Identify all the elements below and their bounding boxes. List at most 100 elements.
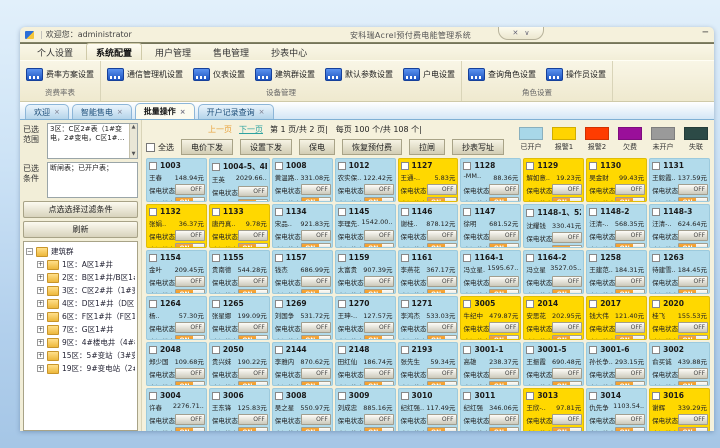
room-checkbox[interactable] <box>652 162 660 170</box>
keep-power-toggle[interactable]: OFF <box>678 322 708 333</box>
keep-power-toggle[interactable]: OFF <box>364 368 394 379</box>
keep-power-toggle[interactable]: OFF <box>364 322 394 333</box>
keep-power-toggle[interactable]: OFF <box>301 368 331 379</box>
expand-icon[interactable]: + <box>37 365 44 372</box>
keep-power-toggle[interactable]: OFF <box>615 414 645 425</box>
room-checkbox[interactable] <box>212 163 220 171</box>
meter-card-1159[interactable]: 1159太富贵907.39元保电状态OFF合闸状态ON <box>335 250 396 294</box>
room-checkbox[interactable] <box>652 254 660 262</box>
switch-state-toggle[interactable]: ON <box>552 427 582 431</box>
minimize-button[interactable]: ─ <box>703 28 708 38</box>
meter-card-2148[interactable]: 2148田红仙186.74元保电状态OFF合闸状态ON <box>335 342 396 386</box>
switch-state-toggle[interactable]: ON <box>489 335 519 340</box>
ribbon-collapse-control[interactable]: ✕ ∨ <box>498 27 544 40</box>
tree-item[interactable]: +7区：G区1#井 <box>26 323 135 336</box>
menu-item-系统配置[interactable]: 系统配置 <box>86 43 142 60</box>
room-checkbox[interactable] <box>652 300 660 308</box>
switch-state-toggle[interactable]: ON <box>238 427 268 431</box>
prev-page-link[interactable]: 上一页 <box>208 124 232 135</box>
meter-card-1161[interactable]: 1161李燕花367.17元保电状态OFF合闸状态ON <box>398 250 459 294</box>
room-checkbox[interactable] <box>526 162 534 170</box>
switch-state-toggle[interactable]: ON <box>678 289 708 294</box>
meter-card-1146[interactable]: 1146谢桂..878.12元保电状态OFF合闸状态ON <box>398 204 459 248</box>
switch-state-toggle[interactable]: ON <box>552 381 582 386</box>
keep-power-toggle[interactable]: OFF <box>489 414 519 425</box>
switch-state-toggle[interactable]: ON <box>552 197 582 202</box>
room-checkbox[interactable] <box>401 346 409 354</box>
ribbon-button-默认参数设置[interactable]: 默认参数设置 <box>325 68 393 81</box>
room-checkbox[interactable] <box>212 254 220 262</box>
selected-condition-box[interactable]: 断闸表；已开户表； <box>47 162 138 198</box>
tab-开户记录查询[interactable]: 开户记录查询× <box>198 104 274 119</box>
switch-state-toggle[interactable]: ON <box>552 245 582 248</box>
meter-card-1258[interactable]: 1258王建范..184.31元保电状态OFF合闸状态ON <box>586 250 647 294</box>
meter-card-1130[interactable]: 1130吴金财99.43元保电状态OFF合闸状态ON <box>586 158 647 202</box>
meter-card-1133[interactable]: 1133唐丹真..9.78元保电状态OFF合闸状态ON <box>209 204 270 248</box>
switch-state-toggle[interactable]: ON <box>301 427 331 431</box>
switch-state-toggle[interactable]: ON <box>364 427 394 431</box>
expand-icon[interactable]: + <box>37 300 44 307</box>
keep-power-toggle[interactable]: OFF <box>615 322 645 333</box>
keep-power-toggle[interactable]: OFF <box>301 322 331 333</box>
keep-power-toggle[interactable]: OFF <box>427 276 457 287</box>
switch-state-toggle[interactable]: ON <box>175 335 205 340</box>
meter-card-1134[interactable]: 1134宋品..921.83元保电状态OFF合闸状态ON <box>272 204 333 248</box>
keep-power-toggle[interactable]: OFF <box>678 276 708 287</box>
keep-power-toggle[interactable]: OFF <box>489 230 519 241</box>
room-checkbox[interactable] <box>338 254 346 262</box>
switch-state-toggle[interactable]: ON <box>552 289 582 294</box>
keep-power-toggle[interactable]: OFF <box>489 276 519 287</box>
expand-icon[interactable]: + <box>37 313 44 320</box>
room-checkbox[interactable] <box>338 162 346 170</box>
room-checkbox[interactable] <box>149 346 157 354</box>
meter-card-1148-3[interactable]: 1148-3汪清-..624.64元保电状态OFF合闸状态ON <box>649 204 710 248</box>
expand-icon[interactable]: + <box>37 352 44 359</box>
switch-state-toggle[interactable]: ON <box>489 381 519 386</box>
chevron-down-icon[interactable]: ∨ <box>524 29 529 37</box>
tree-item[interactable]: +15区：5#变站（3#变电… <box>26 349 135 362</box>
switch-state-toggle[interactable]: ON <box>552 335 582 340</box>
switch-state-toggle[interactable]: ON <box>238 289 268 294</box>
keep-power-toggle[interactable]: OFF <box>615 368 645 379</box>
meter-card-1128[interactable]: 1128-MM..88.36元保电状态OFF合闸状态ON <box>460 158 521 202</box>
ribbon-button-通信管理机设置[interactable]: 通信管理机设置 <box>107 68 183 81</box>
meter-card-2048[interactable]: 2048郑少国109.68元保电状态OFF合闸状态ON <box>146 342 207 386</box>
room-checkbox[interactable] <box>463 254 471 262</box>
room-checkbox[interactable] <box>463 208 471 216</box>
tree-item[interactable]: +4区：D区1#井（D区1… <box>26 297 135 310</box>
room-checkbox[interactable] <box>149 208 157 216</box>
room-checkbox[interactable] <box>275 300 283 308</box>
room-checkbox[interactable] <box>212 346 220 354</box>
switch-state-toggle[interactable]: ON <box>678 427 708 431</box>
switch-state-toggle[interactable]: ON <box>364 335 394 340</box>
switch-state-toggle[interactable]: ON <box>175 381 205 386</box>
keep-power-toggle[interactable]: OFF <box>175 322 205 333</box>
meter-card-1145[interactable]: 1145李理先..1542.00..保电状态OFF合闸状态ON <box>335 204 396 248</box>
switch-state-toggle[interactable]: ON <box>238 335 268 340</box>
room-checkbox[interactable] <box>589 346 597 354</box>
tab-欢迎[interactable]: 欢迎× <box>25 104 69 119</box>
room-checkbox[interactable] <box>401 392 409 400</box>
switch-state-toggle[interactable]: ON <box>615 335 645 340</box>
meter-card-3006[interactable]: 3006王东锋125.83元保电状态OFF合闸状态ON <box>209 388 270 431</box>
keep-power-toggle[interactable]: OFF <box>678 184 708 195</box>
room-checkbox[interactable] <box>338 208 346 216</box>
keep-power-toggle[interactable]: OFF <box>364 184 394 195</box>
room-checkbox[interactable] <box>526 300 534 308</box>
switch-state-toggle[interactable]: ON <box>678 335 708 340</box>
meter-card-1269[interactable]: 1269刘国争531.72元保电状态OFF合闸状态ON <box>272 296 333 340</box>
keep-power-toggle[interactable]: OFF <box>615 184 645 195</box>
keep-power-toggle[interactable]: OFF <box>427 322 457 333</box>
switch-state-toggle[interactable]: ON <box>615 289 645 294</box>
keep-power-toggle[interactable]: OFF <box>615 276 645 287</box>
meter-card-3013[interactable]: 3013王欣-..97.81元保电状态OFF合闸状态ON <box>523 388 584 431</box>
room-checkbox[interactable] <box>149 392 157 400</box>
room-checkbox[interactable] <box>401 254 409 262</box>
meter-card-1155[interactable]: 1155贵南德544.28元保电状态OFF合闸状态ON <box>209 250 270 294</box>
switch-state-toggle[interactable]: ON <box>427 197 457 202</box>
keep-power-toggle[interactable]: OFF <box>238 276 268 287</box>
meter-card-3011[interactable]: 3011纪红强346.06元保电状态OFF合闸状态ON <box>460 388 521 431</box>
room-checkbox[interactable] <box>463 392 471 400</box>
room-checkbox[interactable] <box>463 346 471 354</box>
next-page-link[interactable]: 下一页 <box>239 124 263 135</box>
